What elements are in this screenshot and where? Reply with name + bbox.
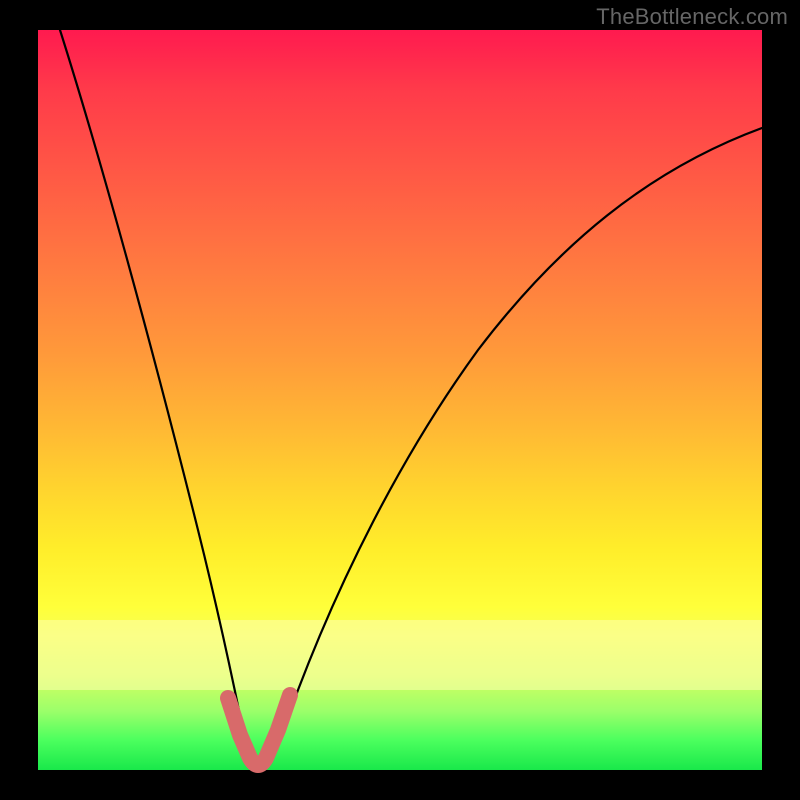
watermark-text: TheBottleneck.com (596, 4, 788, 30)
curve-left-branch (60, 30, 258, 770)
curves-layer (38, 30, 762, 770)
curve-right-branch (258, 128, 762, 770)
chart-frame: TheBottleneck.com (0, 0, 800, 800)
valley-highlight (228, 695, 290, 765)
